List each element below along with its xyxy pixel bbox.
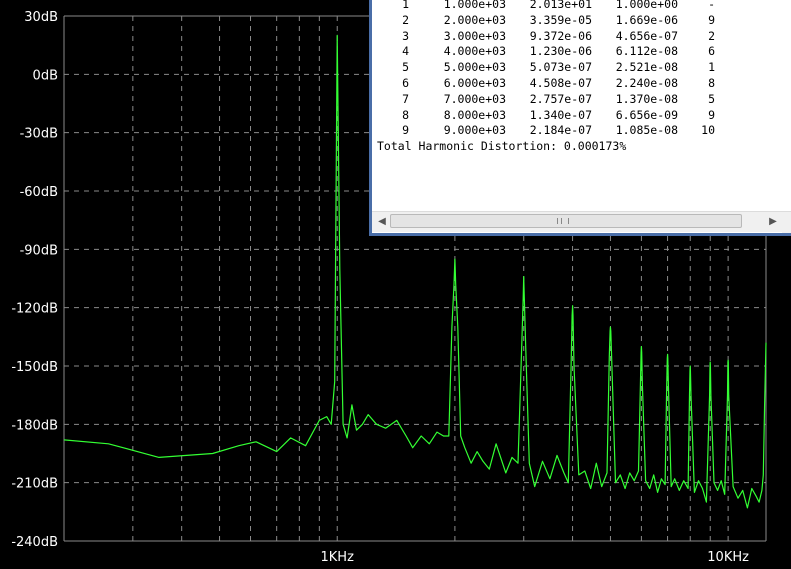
harmonic-row: 6 6.000e+03 4.508e-07 2.240e-08 8	[402, 75, 715, 90]
harmonic-row: 5 5.000e+03 5.073e-07 2.521e-08 1	[402, 60, 715, 75]
harmonic-row: 9 9.000e+03 2.184e-07 1.085e-08 10	[402, 123, 715, 138]
harmonic-row: 3 3.000e+03 9.372e-06 4.656e-07 2	[402, 28, 715, 43]
x-tick-label: 10KHz	[707, 550, 749, 565]
scroll-thumb[interactable]	[390, 214, 742, 228]
y-tick-label: -240dB	[11, 535, 58, 550]
y-tick-label: 30dB	[24, 10, 58, 25]
y-tick-label: -60dB	[20, 185, 58, 200]
harmonic-row: 4 4.000e+03 1.230e-06 6.112e-08 6	[402, 44, 715, 59]
y-tick-label: -120dB	[11, 302, 58, 317]
harmonic-row: 8 8.000e+03 1.340e-07 6.656e-09 9	[402, 107, 715, 122]
y-tick-label: -150dB	[11, 360, 58, 375]
harmonic-rows: 1 1.000e+03 2.013e+01 1.000e+00- 2 2.000e+03…	[377, 0, 791, 139]
harmonic-row: 1 1.000e+03 2.013e+01 1.000e+00-	[402, 0, 715, 11]
y-tick-label: 0dB	[33, 68, 58, 83]
x-tick-label: 1KHz	[321, 550, 355, 565]
fourier-output-window: 1 1.000e+03 2.013e+01 1.000e+00- 2 2.000e+03…	[369, 0, 791, 236]
scroll-right-icon[interactable]: ▶	[765, 214, 781, 229]
y-tick-label: -90dB	[20, 243, 58, 258]
y-tick-label: -210dB	[11, 477, 58, 492]
scroll-left-icon[interactable]: ◀	[374, 214, 390, 229]
horizontal-scrollbar[interactable]: ◀ ▶	[372, 211, 791, 232]
y-tick-label: -180dB	[11, 418, 58, 433]
harmonic-row: 7 7.000e+03 2.757e-07 1.370e-08 5	[402, 91, 715, 106]
y-tick-label: -30dB	[20, 127, 58, 142]
grip-icon	[557, 218, 569, 224]
resize-grip-icon[interactable]	[782, 224, 791, 233]
harmonic-row: 2 2.000e+03 3.359e-05 1.669e-06 9	[402, 12, 715, 27]
thd-summary: Total Harmonic Distortion: 0.000173%	[377, 139, 627, 154]
fourier-table: 1 1.000e+03 2.013e+01 1.000e+00- 2 2.000e+03…	[377, 0, 791, 155]
